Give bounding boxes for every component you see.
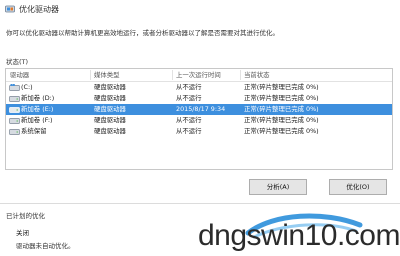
hdd-icon <box>9 129 20 135</box>
drive-last-run: 从不运行 <box>176 94 202 102</box>
hdd-icon <box>9 96 20 102</box>
drive-status: 正常(碎片整理已完成 0%) <box>244 116 319 124</box>
column-divider[interactable] <box>240 70 241 80</box>
drive-name: (C:) <box>21 83 33 91</box>
drive-list[interactable]: 驱动器 媒体类型 上一次运行时间 当前状态 (C:) 硬盘驱动器 从不运行 正常… <box>5 68 393 170</box>
drive-status: 正常(碎片整理已完成 0%) <box>244 127 319 135</box>
analyze-button[interactable]: 分析(A) <box>249 179 307 195</box>
drive-name: 系统保留 <box>21 127 47 135</box>
drive-media-type: 硬盘驱动器 <box>94 83 126 91</box>
hdd-icon <box>9 118 20 124</box>
drive-row-f[interactable]: 新加卷 (F:) 硬盘驱动器 从不运行 正常(碎片整理已完成 0%) <box>6 115 392 126</box>
drive-media-type: 硬盘驱动器 <box>94 116 126 124</box>
drive-media-type: 硬盘驱动器 <box>94 94 126 102</box>
drive-last-run: 2015/8/17 9:34 <box>176 105 226 113</box>
drive-last-run: 从不运行 <box>176 116 202 124</box>
drive-status: 正常(碎片整理已完成 0%) <box>244 94 319 102</box>
drive-row-e[interactable]: 新加卷 (E:) 硬盘驱动器 2015/8/17 9:34 正常(碎片整理已完成… <box>6 104 392 115</box>
drive-name: 新加卷 (D:) <box>21 94 55 102</box>
scheduled-optimization-description: 驱动器未自动优化。 <box>16 242 75 250</box>
defrag-app-icon <box>5 5 15 13</box>
drive-media-type: 硬盘驱动器 <box>94 105 126 113</box>
scheduled-optimization-state: 关闭 <box>16 229 29 237</box>
section-divider <box>0 203 400 204</box>
drive-row-d[interactable]: 新加卷 (D:) 硬盘驱动器 从不运行 正常(碎片整理已完成 0%) <box>6 93 392 104</box>
optimize-button[interactable]: 优化(O) <box>329 179 387 195</box>
column-header-status[interactable]: 当前状态 <box>244 70 270 81</box>
column-divider[interactable] <box>90 70 91 80</box>
description-text: 你可以优化驱动器以帮助计算机更高效地运行，或者分析驱动器以了解是否需要对其进行优… <box>6 29 279 37</box>
drive-row-system-reserved[interactable]: 系统保留 硬盘驱动器 从不运行 正常(碎片整理已完成 0%) <box>6 126 392 137</box>
drive-list-header: 驱动器 媒体类型 上一次运行时间 当前状态 <box>6 69 392 82</box>
column-divider[interactable] <box>172 70 173 80</box>
drive-media-type: 硬盘驱动器 <box>94 127 126 135</box>
drive-row-c[interactable]: (C:) 硬盘驱动器 从不运行 正常(碎片整理已完成 0%) <box>6 82 392 93</box>
drive-last-run: 从不运行 <box>176 127 202 135</box>
hdd-windows-icon <box>9 84 20 91</box>
column-header-media-type[interactable]: 媒体类型 <box>94 70 120 81</box>
drive-last-run: 从不运行 <box>176 83 202 91</box>
drive-status: 正常(碎片整理已完成 0%) <box>244 105 319 113</box>
hdd-icon <box>9 107 20 113</box>
watermark-text: dngswin10.com <box>198 219 400 252</box>
site-watermark: dngswin10.com <box>196 205 400 253</box>
column-header-drive[interactable]: 驱动器 <box>10 70 29 81</box>
scheduled-optimization-label: 已计划的优化 <box>6 212 45 220</box>
title-bar: 优化驱动器 <box>0 0 400 20</box>
drive-status: 正常(碎片整理已完成 0%) <box>244 83 319 91</box>
window-title: 优化驱动器 <box>19 5 59 14</box>
status-section-label: 状态(T) <box>6 58 29 66</box>
drive-name: 新加卷 (F:) <box>21 116 53 124</box>
column-header-last-run[interactable]: 上一次运行时间 <box>176 70 221 81</box>
drive-name: 新加卷 (E:) <box>21 105 54 113</box>
